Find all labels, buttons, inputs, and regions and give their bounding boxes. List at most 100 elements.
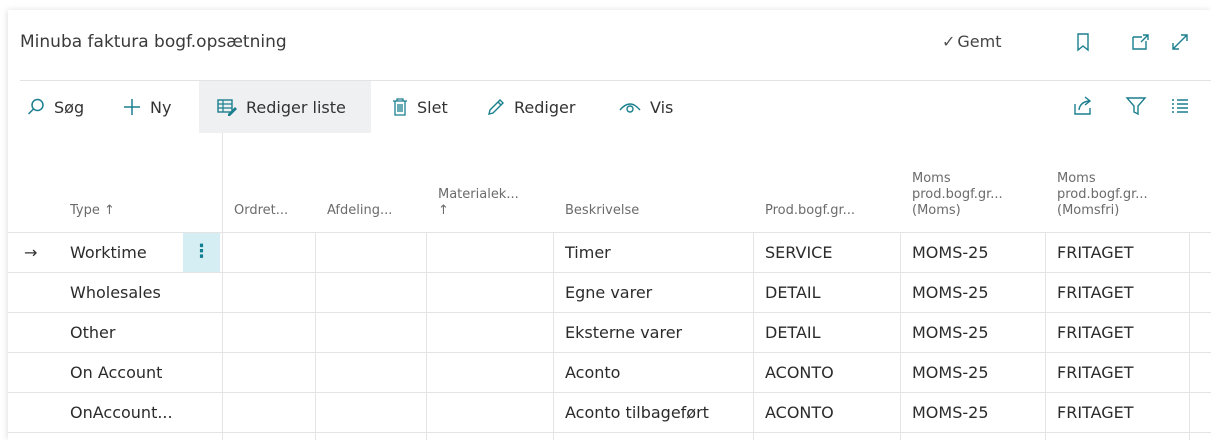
cell-prod[interactable]: DETAIL bbox=[753, 313, 900, 352]
column-header-beskrivelse[interactable]: Beskrivelse bbox=[553, 133, 753, 233]
cell-type[interactable]: Wholesales bbox=[58, 273, 178, 312]
cell-momsfri[interactable]: FRITAGET bbox=[1045, 393, 1188, 432]
view-label: Vis bbox=[650, 97, 674, 117]
column-header-label: Prod.bogf.gr... bbox=[765, 203, 894, 219]
cell-afdeling[interactable] bbox=[315, 273, 426, 312]
cell-momsfri[interactable]: FRITAGET bbox=[1045, 273, 1188, 312]
cell-beskrivelse[interactable]: Timer bbox=[553, 233, 753, 272]
cell-type[interactable]: Other bbox=[58, 313, 178, 352]
plus-icon bbox=[124, 99, 140, 115]
page-header: Minuba faktura bogf.opsætning ✓ Gemt bbox=[8, 10, 1211, 80]
column-separator bbox=[1189, 233, 1190, 440]
column-header-label: Type ↑ bbox=[70, 203, 172, 219]
cell-materiale[interactable] bbox=[426, 233, 553, 272]
cell-afdeling[interactable] bbox=[315, 233, 426, 272]
cell-afdeling[interactable] bbox=[315, 393, 426, 432]
table-row[interactable]: → ⋮ Worktime Timer SERVICE MOMS-25 FRITAGET bbox=[8, 233, 1211, 273]
trash-icon bbox=[393, 98, 407, 116]
pencil-icon bbox=[488, 99, 504, 115]
column-separator bbox=[426, 233, 427, 440]
cell-prod[interactable]: ACONTO bbox=[753, 393, 900, 432]
column-header-label: Moms prod.bogf.gr... (Momsfri) bbox=[1057, 171, 1182, 219]
cell-beskrivelse[interactable]: Eksterne varer bbox=[553, 313, 753, 352]
column-header-prod[interactable]: Prod.bogf.gr... bbox=[753, 133, 900, 233]
column-header-label: Ordret... bbox=[234, 203, 309, 219]
search-icon bbox=[27, 98, 44, 115]
column-header-line: Moms bbox=[912, 171, 951, 186]
open-in-new-window-icon[interactable] bbox=[1129, 31, 1151, 53]
row-menu-icon[interactable]: ⋮ bbox=[183, 233, 220, 272]
column-header-line: Prod.bogf.gr... bbox=[765, 203, 856, 218]
page-title: Minuba faktura bogf.opsætning bbox=[20, 32, 287, 52]
cell-materiale[interactable] bbox=[426, 393, 553, 432]
cell-moms[interactable]: MOMS-25 bbox=[900, 273, 1045, 312]
table-row[interactable]: OnAccount... Aconto tilbageført ACONTO MOMS… bbox=[8, 393, 1211, 433]
cell-beskrivelse[interactable]: Aconto tilbageført bbox=[553, 393, 753, 432]
column-header-momsfri[interactable]: Moms prod.bogf.gr... (Momsfri) bbox=[1045, 133, 1188, 233]
cell-ordre[interactable] bbox=[222, 233, 315, 272]
new-button[interactable]: Ny bbox=[122, 81, 171, 133]
cell-beskrivelse[interactable]: Aconto bbox=[553, 353, 753, 392]
column-header-label: Moms prod.bogf.gr... (Moms) bbox=[912, 171, 1039, 219]
cell-moms[interactable]: MOMS-25 bbox=[900, 233, 1045, 272]
delete-button[interactable]: Slet bbox=[391, 81, 448, 133]
cell-ordre[interactable] bbox=[222, 393, 315, 432]
edit-list-label: Rediger liste bbox=[246, 97, 346, 117]
cell-moms[interactable]: MOMS-25 bbox=[900, 313, 1045, 352]
cell-type[interactable]: On Account bbox=[58, 353, 178, 392]
cell-materiale[interactable] bbox=[426, 353, 553, 392]
cell-prod[interactable]: ACONTO bbox=[753, 353, 900, 392]
view-button[interactable]: Vis bbox=[618, 81, 673, 133]
column-header-line: Moms bbox=[1057, 171, 1096, 186]
table-row[interactable]: On Account Aconto ACONTO MOMS-25 FRITAGET bbox=[8, 353, 1211, 393]
cell-materiale[interactable] bbox=[426, 273, 553, 312]
column-header-label: Materialek... ↑ bbox=[438, 187, 547, 219]
column-header-moms[interactable]: Moms prod.bogf.gr... (Moms) bbox=[900, 133, 1045, 233]
filter-icon[interactable] bbox=[1125, 95, 1147, 117]
new-label: Ny bbox=[150, 97, 172, 117]
cell-prod[interactable]: SERVICE bbox=[753, 233, 900, 272]
share-icon[interactable] bbox=[1072, 95, 1094, 117]
column-header-line: Afdeling... bbox=[327, 203, 393, 218]
column-header-line: Beskrivelse bbox=[565, 203, 640, 218]
cell-beskrivelse[interactable]: Egne varer bbox=[553, 273, 753, 312]
column-separator bbox=[753, 233, 754, 440]
bookmark-icon[interactable] bbox=[1072, 31, 1094, 53]
cell-afdeling[interactable] bbox=[315, 313, 426, 352]
column-header-materiale[interactable]: Materialek... ↑ bbox=[426, 133, 553, 233]
cell-momsfri[interactable]: FRITAGET bbox=[1045, 313, 1188, 352]
cell-prod[interactable]: DETAIL bbox=[753, 273, 900, 312]
column-header-line: prod.bogf.gr... bbox=[912, 187, 1003, 202]
column-separator bbox=[222, 133, 223, 440]
cell-ordre[interactable] bbox=[222, 273, 315, 312]
column-header-type[interactable]: Type ↑ bbox=[58, 133, 178, 233]
column-separator bbox=[900, 233, 901, 440]
table-row[interactable]: Wholesales Egne varer DETAIL MOMS-25 FRITAGE… bbox=[8, 273, 1211, 313]
list-view-icon[interactable] bbox=[1169, 95, 1191, 117]
column-header-ordre[interactable]: Ordret... bbox=[222, 133, 315, 233]
column-header-afdeling[interactable]: Afdeling... bbox=[315, 133, 426, 233]
table-row[interactable]: Other Eksterne varer DETAIL MOMS-25 FRITAGET bbox=[8, 313, 1211, 353]
cell-ordre[interactable] bbox=[222, 353, 315, 392]
column-header-line: ↑ bbox=[438, 203, 449, 218]
cell-ordre[interactable] bbox=[222, 313, 315, 352]
cell-moms[interactable]: MOMS-25 bbox=[900, 393, 1045, 432]
cell-moms[interactable]: MOMS-25 bbox=[900, 353, 1045, 392]
cell-type[interactable]: Worktime bbox=[58, 233, 178, 272]
cell-momsfri[interactable]: FRITAGET bbox=[1045, 353, 1188, 392]
search-button[interactable]: Søg bbox=[26, 81, 84, 133]
column-header-label: Beskrivelse bbox=[565, 203, 747, 219]
cell-afdeling[interactable] bbox=[315, 353, 426, 392]
column-header-label: Afdeling... bbox=[327, 203, 420, 219]
edit-button[interactable]: Rediger bbox=[486, 81, 575, 133]
cell-type[interactable]: OnAccount... bbox=[58, 393, 178, 432]
edit-list-button[interactable]: Rediger liste bbox=[199, 81, 371, 133]
column-header-line: Type ↑ bbox=[70, 203, 115, 218]
cell-momsfri[interactable]: FRITAGET bbox=[1045, 233, 1188, 272]
column-header-line: Ordret... bbox=[234, 203, 289, 218]
expand-icon[interactable] bbox=[1169, 31, 1191, 53]
search-label: Søg bbox=[54, 97, 85, 117]
column-header-line: (Moms) bbox=[912, 203, 961, 218]
cell-materiale[interactable] bbox=[426, 313, 553, 352]
edit-list-icon bbox=[217, 99, 237, 116]
